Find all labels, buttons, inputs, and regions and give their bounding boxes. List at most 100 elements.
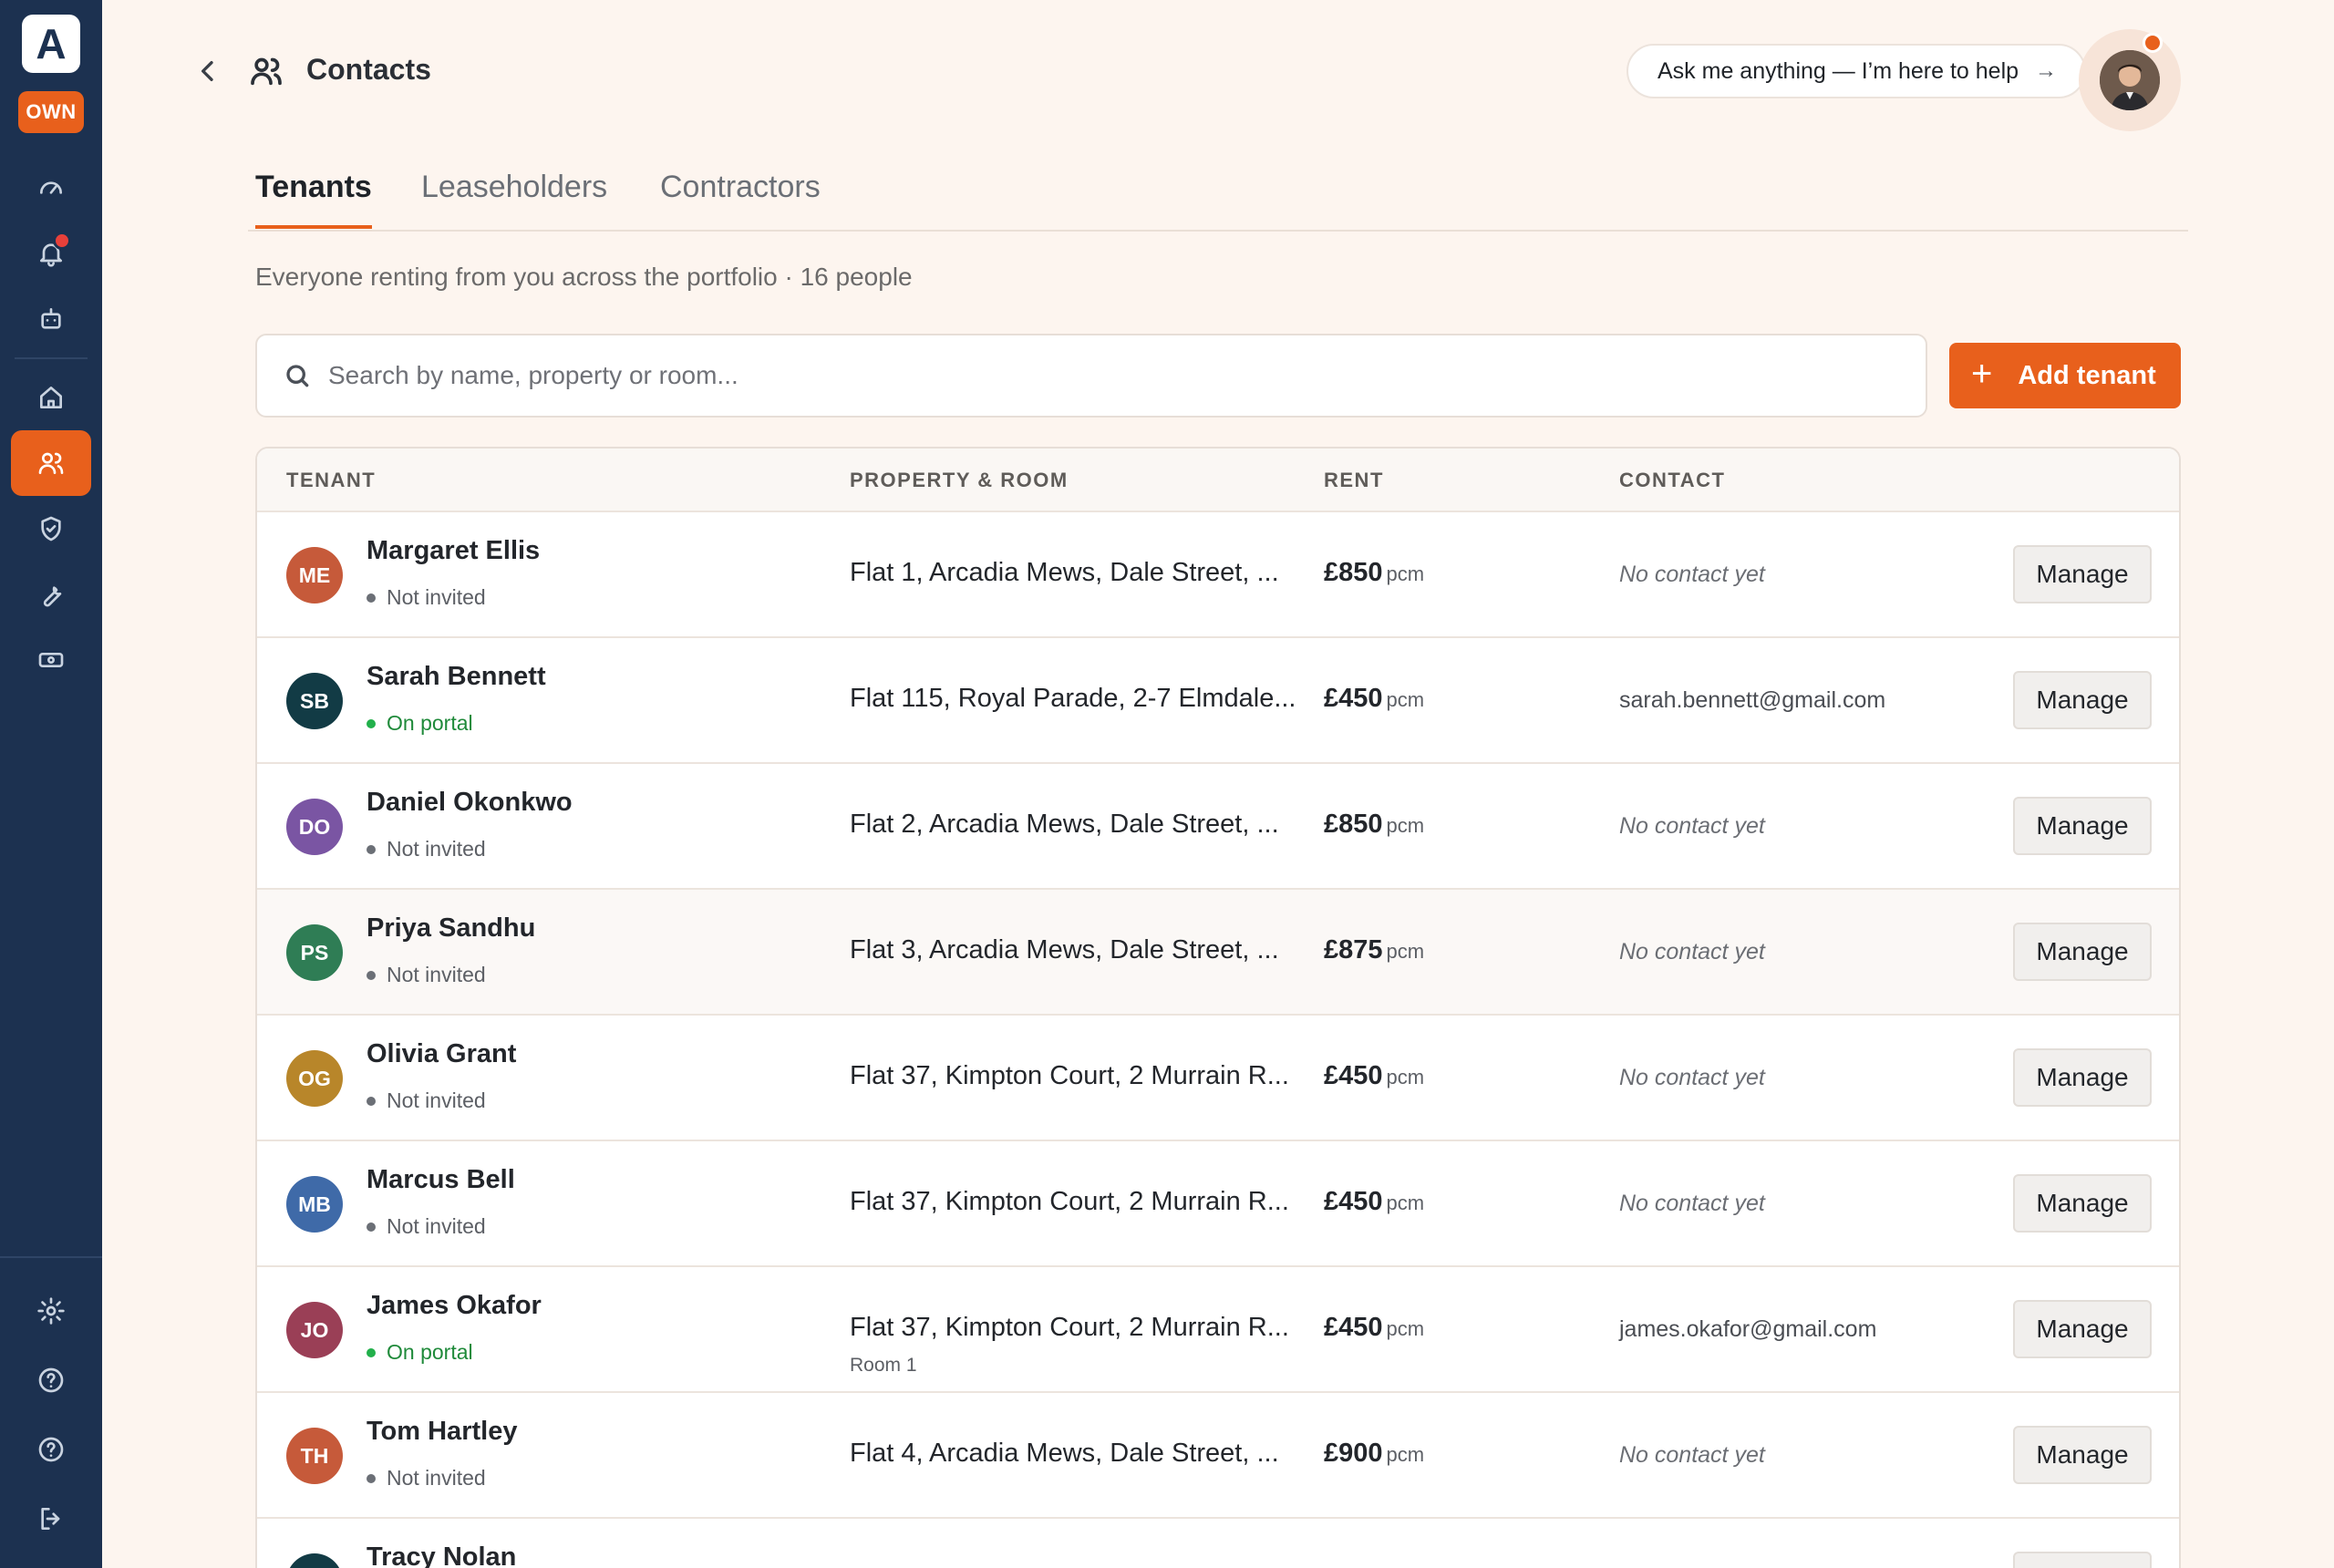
user-status-dot — [2143, 33, 2163, 53]
tenant-name[interactable]: Sarah Bennett — [367, 662, 546, 692]
manage-button[interactable]: Manage — [2013, 1300, 2152, 1358]
contact-info: No contact yet — [1619, 1065, 1765, 1090]
contacts-icon — [248, 53, 284, 89]
tenant-name[interactable]: Margaret Ellis — [367, 536, 540, 566]
tenant-avatar: MB — [286, 1176, 343, 1233]
contact-info: No contact yet — [1619, 1442, 1765, 1468]
contact-info: No contact yet — [1619, 813, 1765, 839]
sidebar-item-properties[interactable] — [11, 365, 91, 430]
plus-icon: + — [1971, 354, 1993, 394]
contact-info: james.okafor@gmail.com — [1619, 1316, 1877, 1342]
table-row[interactable]: OG Olivia Grant Not invited Flat 37, Kimpto… — [257, 1016, 2179, 1141]
portal-status: Not invited — [367, 1088, 486, 1113]
tenant-avatar: DO — [286, 799, 343, 855]
table-row[interactable]: ME Margaret Ellis Not invited Flat 1, Arcad… — [257, 512, 2179, 638]
arrow-right-icon: → — [2035, 58, 2058, 83]
back-button[interactable] — [193, 57, 222, 86]
table-row[interactable]: TH Tom Hartley Not invited Flat 4, Arcadia … — [257, 1393, 2179, 1519]
sidebar-item-support[interactable] — [11, 1415, 91, 1484]
rent-amount: £450 pcm — [1324, 684, 1424, 714]
tenants-table: TENANT PROPERTY & ROOM RENT CONTACT ME Ma… — [255, 447, 2181, 1568]
rent-value: £875 — [1324, 935, 1383, 965]
table-row[interactable]: MB Marcus Bell Not invited Flat 37, Kimpton… — [257, 1141, 2179, 1267]
column-header-rent[interactable]: RENT — [1324, 469, 1384, 492]
contact-tabs: Tenants Leaseholders Contractors — [248, 164, 2188, 232]
portal-status-label: Not invited — [387, 963, 486, 986]
table-row[interactable]: SB Sarah Bennett On portal Flat 115, Royal … — [257, 638, 2179, 764]
table-row[interactable]: PS Priya Sandhu Not invited Flat 3, Arcadia… — [257, 890, 2179, 1016]
manage-button[interactable]: Manage — [2013, 923, 2152, 981]
table-row[interactable]: DO Daniel Okonkwo Not invited Flat 2, Arcad… — [257, 764, 2179, 890]
portal-status-label: Not invited — [387, 1088, 486, 1112]
gear-icon — [37, 1297, 65, 1325]
logout-icon — [41, 1508, 60, 1530]
property-room: Flat 3, Arcadia Mews, Dale Street, ... — [850, 935, 1279, 965]
sidebar-item-maintenance[interactable] — [11, 562, 91, 627]
manage-button[interactable]: Manage — [2013, 1174, 2152, 1233]
sidebar-item-logout[interactable] — [11, 1484, 91, 1553]
tab-leaseholders[interactable]: Leaseholders — [421, 170, 607, 225]
tenant-name[interactable]: Tom Hartley — [367, 1417, 517, 1447]
rent-value: £850 — [1324, 558, 1383, 587]
portal-status-label: Not invited — [387, 585, 486, 609]
manage-button[interactable]: Manage — [2013, 671, 2152, 729]
rent-value: £450 — [1324, 1313, 1383, 1342]
search-input[interactable] — [328, 361, 1696, 390]
rent-value: £450 — [1324, 684, 1383, 713]
user-avatar-button[interactable] — [2079, 29, 2181, 131]
sidebar-item-help[interactable] — [11, 1346, 91, 1415]
sidebar-item-notifications[interactable] — [11, 221, 91, 286]
manage-button[interactable]: Manage — [2013, 1048, 2152, 1107]
avatar — [2100, 50, 2160, 110]
bot-icon — [41, 308, 61, 329]
sidebar-item-compliance[interactable] — [11, 496, 91, 562]
column-header-property[interactable]: PROPERTY & ROOM — [850, 469, 1069, 492]
search-icon — [286, 365, 309, 387]
chevron-left-icon — [201, 61, 213, 81]
tenant-name[interactable]: Daniel Okonkwo — [367, 788, 573, 818]
portal-status-label: On portal — [387, 1340, 473, 1364]
tenant-name[interactable]: Tracy Nolan — [367, 1542, 516, 1568]
help-icon — [38, 1367, 64, 1393]
sidebar-item-assistant[interactable] — [11, 286, 91, 352]
table-row[interactable]: JO James Okafor On portal Flat 37, Kimpton … — [257, 1267, 2179, 1393]
tenant-avatar: TN — [286, 1553, 343, 1568]
contact-info: No contact yet — [1619, 562, 1765, 587]
portal-status-label: Not invited — [387, 1466, 486, 1490]
manage-button[interactable]: Manage — [2013, 1426, 2152, 1484]
portal-status-label: Not invited — [387, 1214, 486, 1238]
tab-contractors[interactable]: Contractors — [660, 170, 821, 225]
tenant-name[interactable]: Olivia Grant — [367, 1039, 516, 1069]
table-row[interactable]: TN Tracy Nolan Flat 41, Kimpton House, Fon… — [257, 1519, 2179, 1568]
manage-button[interactable]: Manage — [2013, 545, 2152, 603]
tenant-avatar: PS — [286, 924, 343, 981]
sidebar-divider — [15, 357, 88, 359]
rent-unit: pcm — [1386, 940, 1425, 963]
property-room: Flat 37, Kimpton Court, 2 Murrain R... — [850, 1061, 1289, 1090]
column-header-contact[interactable]: CONTACT — [1619, 469, 1725, 492]
sidebar-item-contacts[interactable] — [11, 430, 91, 496]
tenant-avatar: TH — [286, 1428, 343, 1484]
add-tenant-button[interactable]: + Add tenant — [1949, 343, 2181, 408]
contact-info: No contact yet — [1619, 1191, 1765, 1216]
rent-value: £450 — [1324, 1187, 1383, 1216]
status-dot — [367, 844, 376, 854]
sidebar-item-dashboard[interactable] — [11, 155, 91, 221]
ask-assistant-button[interactable]: Ask me anything — I’m here to help → — [1627, 44, 2086, 98]
column-header-tenant[interactable]: TENANT — [286, 469, 376, 492]
sidebar-item-settings[interactable] — [11, 1276, 91, 1346]
tenant-name[interactable]: Priya Sandhu — [367, 913, 535, 944]
rent-unit: pcm — [1386, 814, 1425, 837]
wrench-icon — [43, 586, 62, 607]
sidebar-item-finance[interactable] — [11, 627, 91, 693]
tenant-avatar: JO — [286, 1302, 343, 1358]
own-badge[interactable]: OWN — [18, 91, 84, 133]
app-logo[interactable]: A — [22, 15, 80, 73]
tab-tenants[interactable]: Tenants — [255, 170, 372, 229]
manage-button[interactable]: Manage — [2013, 797, 2152, 855]
portal-status: Not invited — [367, 837, 486, 861]
tenant-name[interactable]: Marcus Bell — [367, 1165, 515, 1195]
tenant-name[interactable]: James Okafor — [367, 1291, 542, 1321]
manage-button[interactable]: Manage — [2013, 1552, 2152, 1568]
page-header: Contacts Ask me anything — I’m here to h… — [182, 29, 2246, 131]
